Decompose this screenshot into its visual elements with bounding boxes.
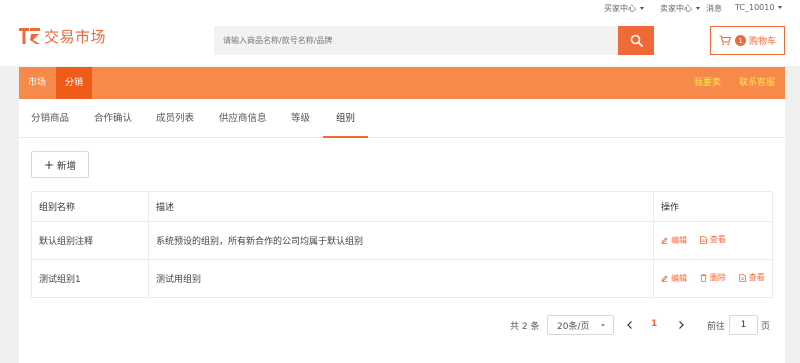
cell-group-name: 默认组别注释 bbox=[31, 221, 149, 260]
total-count: 共 2 条 bbox=[510, 322, 540, 332]
nav-sell-link[interactable]: 我要卖 bbox=[694, 67, 721, 99]
tab-distribution-products[interactable]: 分销商品 bbox=[31, 99, 69, 138]
chevron-down-icon bbox=[601, 324, 605, 327]
buyer-center-menu[interactable]: 买家中心 bbox=[604, 3, 644, 14]
nav-item-market[interactable]: 市场 bbox=[28, 67, 46, 99]
tab-level[interactable]: 等级 bbox=[291, 99, 310, 138]
tab-member-list[interactable]: 成员列表 bbox=[156, 99, 194, 138]
cart-button[interactable]: 1 购物车 bbox=[710, 26, 785, 55]
search-bar bbox=[214, 26, 654, 55]
plus-icon: + bbox=[43, 157, 55, 172]
nav-item-distribution[interactable]: 分销 bbox=[56, 67, 93, 99]
table-row: 测试组别1 测试用组别 编辑 删除 查看 bbox=[31, 259, 773, 298]
user-menu[interactable]: TC_10010 bbox=[735, 3, 783, 12]
cell-description: 系统预设的组别，所有新合作的公司均属于默认组别 bbox=[148, 221, 654, 260]
seller-center-menu[interactable]: 卖家中心 bbox=[660, 3, 700, 14]
top-utility-bar: 买家中心 卖家中心 消息 TC_10010 bbox=[0, 0, 800, 16]
group-table: 组别名称 描述 操作 默认组别注释 系统预设的组别，所有新合作的公司均属于默认组… bbox=[31, 191, 773, 298]
tab-bar: 分销商品 合作确认 成员列表 供应商信息 等级 组别 bbox=[19, 99, 785, 138]
caret-down-icon bbox=[640, 7, 644, 10]
page-size-select[interactable]: 20条/页 bbox=[547, 315, 614, 335]
cell-actions: 编辑 删除 查看 bbox=[653, 259, 773, 298]
edit-icon bbox=[661, 237, 668, 244]
caret-down-icon bbox=[778, 6, 783, 9]
goto-page-input[interactable] bbox=[729, 315, 758, 335]
cell-actions: 编辑 查看 bbox=[653, 221, 773, 260]
prev-page-icon[interactable] bbox=[625, 319, 635, 331]
site-logo[interactable]: 交易市场 bbox=[19, 26, 106, 46]
view-document-icon bbox=[738, 273, 746, 282]
next-page-icon[interactable] bbox=[676, 319, 686, 331]
nav-customer-service-link[interactable]: 联系客服 bbox=[739, 67, 775, 99]
edit-button[interactable]: 编辑 bbox=[661, 273, 687, 284]
logo-mark-icon bbox=[19, 28, 40, 44]
cell-group-name: 测试组别1 bbox=[31, 259, 149, 298]
tab-supplier-info[interactable]: 供应商信息 bbox=[219, 99, 267, 138]
site-header: 交易市场 1 购物车 bbox=[0, 16, 800, 66]
column-header-actions: 操作 bbox=[653, 191, 773, 222]
pagination: 共 2 条 20条/页 1 前往 页 bbox=[19, 315, 785, 335]
delete-button[interactable]: 删除 bbox=[700, 272, 726, 283]
table-row: 默认组别注释 系统预设的组别，所有新合作的公司均属于默认组别 编辑 查看 bbox=[31, 221, 773, 260]
goto-label: 前往 bbox=[707, 322, 726, 332]
view-button[interactable]: 查看 bbox=[738, 272, 765, 283]
content-card: 分销商品 合作确认 成员列表 供应商信息 等级 组别 + 新增 组别名称 描述 … bbox=[19, 99, 785, 363]
page-number-current[interactable]: 1 bbox=[651, 319, 657, 329]
add-group-button[interactable]: + 新增 bbox=[31, 151, 89, 178]
goto-suffix: 页 bbox=[761, 322, 771, 332]
view-document-icon bbox=[700, 235, 707, 244]
edit-icon bbox=[661, 275, 668, 282]
caret-down-icon bbox=[696, 7, 700, 10]
column-header-description: 描述 bbox=[148, 191, 654, 222]
search-button[interactable] bbox=[618, 26, 654, 55]
search-icon bbox=[630, 34, 643, 47]
column-header-group-name: 组别名称 bbox=[31, 191, 149, 222]
cell-description: 测试用组别 bbox=[148, 259, 654, 298]
cart-icon bbox=[719, 35, 731, 46]
table-header-row: 组别名称 描述 操作 bbox=[31, 191, 773, 222]
cart-count-badge: 1 bbox=[735, 35, 746, 46]
trash-icon bbox=[700, 274, 707, 282]
messages-link[interactable]: 消息 bbox=[706, 3, 722, 14]
tab-cooperation-confirm[interactable]: 合作确认 bbox=[94, 99, 132, 138]
search-input[interactable] bbox=[214, 26, 618, 55]
logo-text: 交易市场 bbox=[44, 27, 107, 46]
view-button[interactable]: 查看 bbox=[700, 234, 726, 245]
active-tab-indicator bbox=[323, 136, 368, 138]
cart-label: 购物车 bbox=[749, 37, 777, 47]
tab-group[interactable]: 组别 bbox=[336, 99, 355, 138]
main-nav: 市场 分销 我要卖 联系客服 bbox=[19, 67, 785, 99]
edit-button[interactable]: 编辑 bbox=[661, 235, 687, 246]
